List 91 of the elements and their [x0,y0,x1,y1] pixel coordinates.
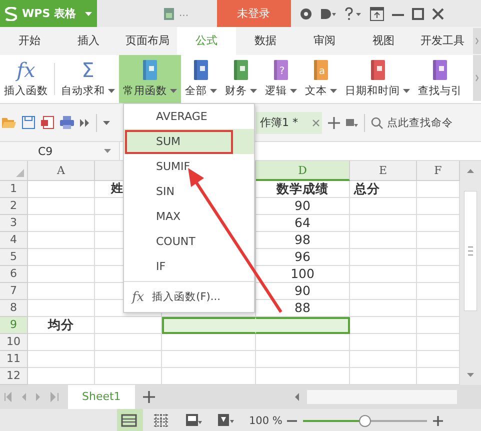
column-header[interactable]: F [417,161,460,181]
zoom-slider[interactable] [303,414,428,426]
more-icon[interactable] [80,118,90,126]
layout-icon[interactable] [346,118,358,128]
book-icon: ? [272,60,290,80]
ribbon-tab[interactable]: 数据 [236,27,295,55]
row-header[interactable]: 10 [0,334,28,351]
add-sheet-icon[interactable] [142,391,155,403]
print-icon[interactable] [60,116,74,129]
caret-icon[interactable] [103,120,110,124]
table-cell: 64 [256,215,350,232]
close-icon[interactable] [432,8,444,20]
function-icon: fx [16,60,36,80]
maximize-icon[interactable] [412,8,424,20]
caret-icon[interactable] [403,89,410,93]
row-header[interactable]: 6 [0,266,28,283]
row-header[interactable]: 9 [0,317,28,334]
ribbon-button[interactable]: 全部 [181,55,221,103]
logo-icon [5,6,17,20]
caret-icon[interactable] [250,89,257,93]
table-cell: 总分 [350,181,417,198]
view-icon [153,413,171,428]
search-icon [371,116,383,128]
table-cell: 98 [256,232,350,249]
ribbon-button[interactable]: a 文本 [301,55,341,103]
ribbon-tab[interactable]: 公式 [177,27,236,55]
ribbon-tab[interactable]: 开始 [0,27,59,55]
ribbon-tab[interactable]: 视图 [354,27,413,55]
caret-icon[interactable] [108,89,115,93]
search-field[interactable]: 点此查找命令 [371,116,455,128]
ribbon-button[interactable]: 日期和时间 [341,55,414,103]
view-button[interactable] [117,409,143,431]
table-cell: 90 [256,198,350,215]
restore-icon[interactable] [370,6,384,20]
table-cell: 均分 [28,317,95,334]
file-icon [163,6,175,20]
scroll-thumb[interactable] [464,191,477,311]
column-header[interactable]: E [350,161,417,181]
caret-icon[interactable] [170,89,177,93]
menu-item[interactable]: COUNT [124,229,254,254]
row-header[interactable]: 5 [0,249,28,266]
ribbon-tab[interactable]: 插入 [59,27,118,55]
column-header[interactable]: A [28,161,95,181]
function-icon: Σ [82,60,94,80]
caret-icon[interactable] [290,89,297,93]
ribbon-button[interactable]: 财务 [221,55,261,103]
scroll-left-icon[interactable] [292,392,301,402]
row-header[interactable]: 2 [0,198,28,215]
menu-item[interactable]: MAX [124,204,254,229]
view-icon [185,413,203,428]
name-box[interactable]: C9 [0,142,120,160]
save-icon[interactable] [22,116,35,129]
table-cell: 90 [256,283,350,300]
row-header[interactable]: 4 [0,232,28,249]
row-header[interactable]: 12 [0,368,28,385]
caret-icon[interactable] [330,89,337,93]
ribbon-button[interactable]: Σ 自动求和 [57,55,119,103]
zoom-reading: 100 % [249,414,282,426]
table-cell: 96 [256,249,350,266]
ribbon-button[interactable]: 查找与引 [414,55,466,103]
ribbon-tab[interactable]: 开发工具 [413,27,472,55]
row-header[interactable]: 8 [0,300,28,317]
row-header[interactable]: 3 [0,215,28,232]
menu-item[interactable]: IF [124,254,254,279]
table-cell: 100 [256,266,350,283]
pdf-icon[interactable] [41,116,54,129]
caret-icon[interactable] [104,149,111,153]
slider-thumb[interactable] [359,414,372,426]
row-header[interactable]: 11 [0,351,28,368]
ribbon-button[interactable]: 常用函数 [119,55,181,103]
row-header[interactable]: 7 [0,283,28,300]
document-tab[interactable]: 作簿1 * [256,112,322,134]
menu-item[interactable]: AVERAGE [124,104,254,129]
row-header[interactable]: 1 [0,181,28,198]
table-cell: 数学成绩 [256,181,350,198]
ribbon-tab[interactable]: 审阅 [295,27,354,55]
view-icon [217,413,235,428]
close-icon[interactable] [312,118,320,126]
ribbon-button[interactable]: fx 插入函数 [0,55,52,103]
menu-item[interactable]: SUMIF [124,154,254,179]
view-icon [121,413,139,428]
caret-icon[interactable] [84,12,92,16]
caret-icon[interactable] [210,89,217,93]
ribbon-button[interactable]: ? 逻辑 [261,55,301,103]
help-icon[interactable] [344,6,362,20]
ribbon-tab[interactable]: 页面布局 [118,27,177,55]
new-tab-icon[interactable] [328,116,340,128]
menu-item[interactable]: fx 插入函数(F)... [124,284,254,310]
book-icon: a [312,60,330,80]
zoom-in-icon[interactable] [433,416,444,426]
column-header[interactable]: D [256,161,350,181]
